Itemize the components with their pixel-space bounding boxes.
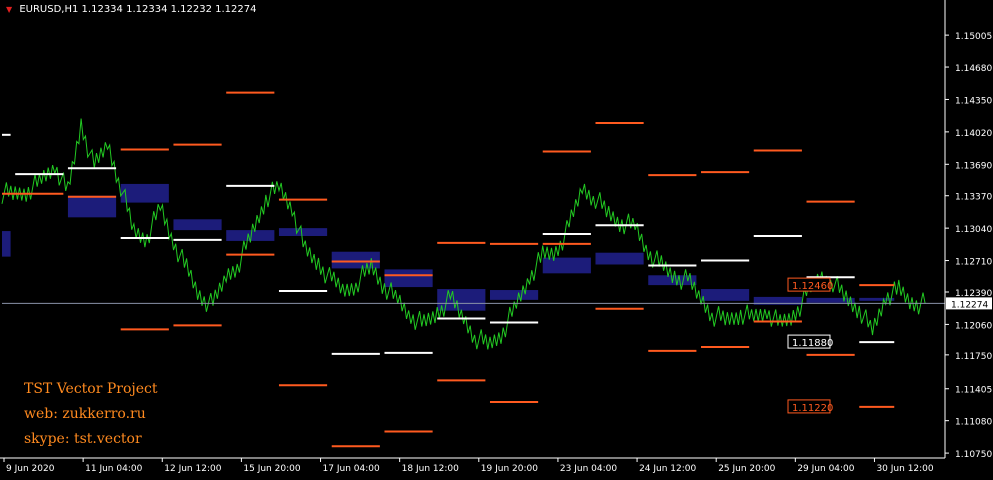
y-tick-label: 1.11750 [955, 352, 992, 362]
zone-box [542, 257, 591, 274]
zone-box [2, 231, 11, 257]
y-tick-label: 1.13370 [955, 193, 992, 203]
x-tick-label: 25 Jun 20:00 [718, 464, 775, 474]
watermark-web: web: zukkerro.ru [24, 406, 146, 422]
y-tick-label: 1.10750 [955, 450, 992, 460]
chart-header: ▼ EURUSD,H1 1.12334 1.12334 1.12232 1.12… [6, 4, 257, 15]
level-price-label: 1.12460 [792, 281, 833, 292]
x-tick-label: 17 Jun 04:00 [323, 464, 380, 474]
zone-box [437, 289, 486, 311]
x-tick-label: 19 Jun 20:00 [481, 464, 538, 474]
x-tick-label: 30 Jun 12:00 [876, 464, 933, 474]
zone-box [120, 183, 169, 203]
y-tick-label: 1.14020 [955, 129, 992, 139]
price-chart[interactable]: 1.15005 1.14680 1.14350 1.14020 1.13690 1.133… [0, 0, 993, 480]
current-price-label: 1.12274 [951, 300, 988, 310]
y-tick-label: 1.11405 [955, 386, 992, 396]
x-tick-label: 23 Jun 04:00 [560, 464, 617, 474]
zone-box [278, 228, 328, 236]
x-tick-label: 15 Jun 20:00 [243, 464, 300, 474]
symbol-timeframe: EURUSD,H1 [19, 4, 79, 15]
watermark-project: TST Vector Project [24, 381, 158, 397]
x-tick-label: 9 Jun 2020 [6, 464, 55, 474]
zone-box [595, 252, 644, 265]
x-tick-label: 11 Jun 04:00 [85, 464, 142, 474]
y-tick-label: 1.12060 [955, 321, 992, 331]
zone-box [701, 289, 750, 301]
watermark-skype: skype: tst.vector [24, 431, 142, 447]
x-tick-label: 24 Jun 12:00 [639, 464, 696, 474]
x-tick-label: 18 Jun 12:00 [402, 464, 459, 474]
zone-box [489, 290, 539, 300]
y-tick-label: 1.14350 [955, 96, 992, 106]
y-tick-label: 1.11080 [955, 418, 992, 428]
level-price-label: 1.11880 [792, 338, 833, 349]
level-price-label: 1.11220 [792, 403, 833, 414]
zone-box [173, 219, 222, 231]
dropdown-icon[interactable]: ▼ [6, 5, 12, 14]
x-tick-label: 29 Jun 04:00 [797, 464, 854, 474]
x-tick-label: 12 Jun 12:00 [164, 464, 221, 474]
y-tick-label: 1.13040 [955, 225, 992, 235]
ohlc-values: 1.12334 1.12334 1.12232 1.12274 [81, 4, 257, 15]
y-tick-label: 1.15005 [955, 32, 992, 42]
y-tick-label: 1.13690 [955, 161, 992, 171]
y-tick-label: 1.12710 [955, 258, 992, 268]
y-tick-label: 1.14680 [955, 64, 992, 74]
zone-box [67, 195, 117, 218]
